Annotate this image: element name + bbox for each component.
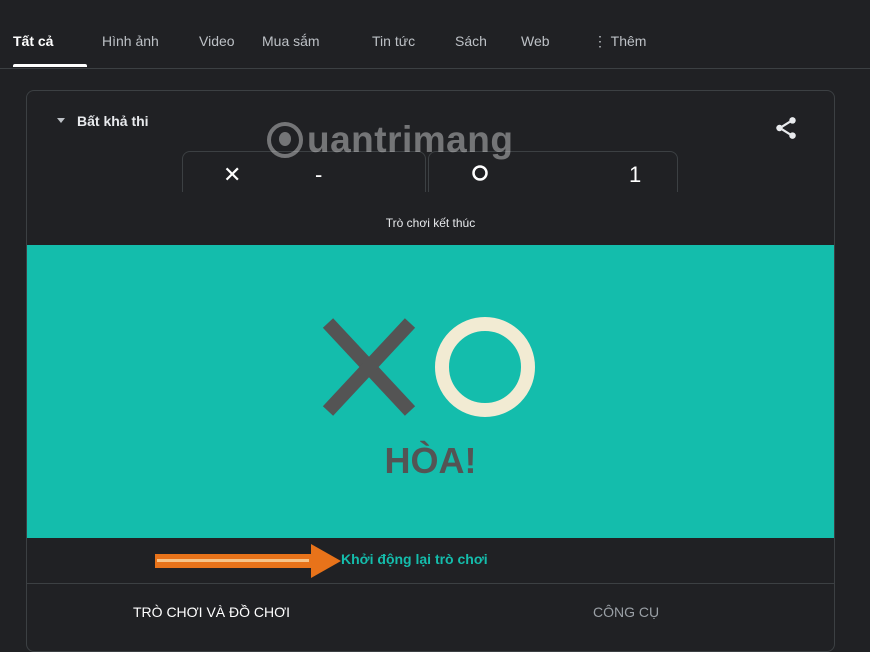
share-icon[interactable]: [773, 115, 799, 141]
x-symbol: ✕: [223, 162, 242, 187]
active-tab-indicator: [13, 64, 87, 67]
tab-images[interactable]: Hình ảnh: [102, 33, 159, 49]
difficulty-label: Bất khả thi: [77, 113, 149, 129]
restart-row: Khởi động lại trò chơi: [27, 538, 834, 584]
tab-games-and-toys[interactable]: TRÒ CHƠI VÀ ĐỒ CHƠI: [133, 604, 290, 620]
tab-news[interactable]: Tin tức: [372, 33, 415, 49]
draw-result-marks: [322, 317, 535, 417]
tic-tac-toe-card: Bất khả thi ✕ - 1 uantrimang Trò chơi kế…: [26, 90, 835, 652]
tab-shopping[interactable]: Mua sắm: [262, 33, 320, 49]
restart-game-button[interactable]: Khởi động lại trò chơi: [341, 551, 488, 567]
search-tab-bar: Tất cả Hình ảnh Video Mua sắm Tin tức Sá…: [0, 0, 870, 69]
tab-video[interactable]: Video: [199, 33, 235, 49]
quantrimang-logo: [267, 122, 303, 158]
caret-down-icon: [57, 118, 65, 123]
game-board[interactable]: HÒA!: [27, 245, 834, 538]
tab-all[interactable]: Tất cả: [13, 33, 53, 49]
difficulty-dropdown[interactable]: Bất khả thi: [57, 113, 149, 129]
game-status: Trò chơi kết thúc: [385, 216, 476, 230]
arrow-right-icon: [155, 544, 341, 578]
watermark: uantrimang: [267, 119, 513, 169]
watermark-text: uantrimang: [307, 119, 514, 160]
tab-tools[interactable]: CÔNG CỤ: [593, 604, 659, 620]
tab-books[interactable]: Sách: [455, 33, 487, 49]
tab-web[interactable]: Web: [521, 33, 550, 49]
o-score: 1: [629, 162, 642, 187]
tab-more[interactable]: ⋮ Thêm: [593, 33, 646, 50]
result-text: HÒA!: [384, 440, 477, 481]
